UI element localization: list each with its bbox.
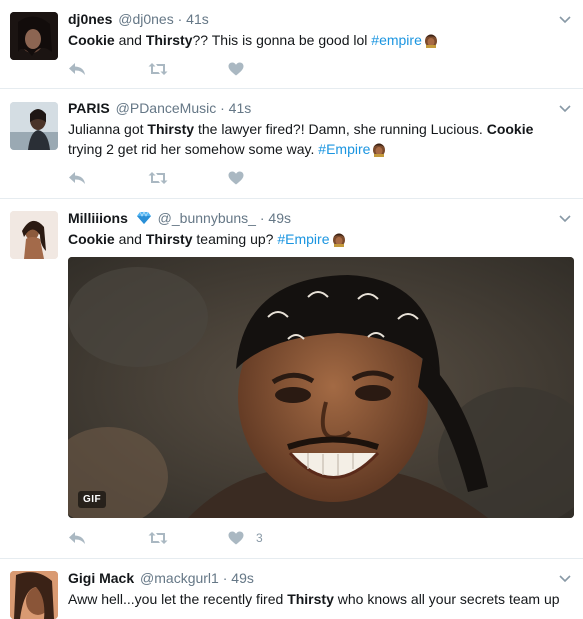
text-segment: Julianna got [68,121,148,137]
user-handle[interactable]: @_bunnybuns_ [158,210,256,226]
tweet-header: Gigi Mack @mackgurl1 · 49s [68,569,569,587]
tweet[interactable]: Milliiions @_bunnybuns_ · 49s Cookie and… [0,199,583,559]
text-segment: and [114,231,146,247]
gif-badge: GIF [78,491,107,508]
text-segment: the lawyer fired?! Damn, she running Luc… [194,121,487,137]
like-count: 3 [256,531,263,545]
avatar[interactable] [10,102,58,150]
user-fullname[interactable]: PARIS [68,100,110,116]
hashtag-link[interactable]: #empire [371,32,422,48]
separator-dot: · [259,210,265,226]
tweet[interactable]: dj0nes @dj0nes · 41s Cookie and Thirsty?… [0,0,583,89]
avatar[interactable] [10,12,58,60]
empire-hashflag-emoji [332,231,346,247]
keyword-highlight: Cookie [68,32,115,48]
hashtag-link[interactable]: #Empire [277,231,329,247]
tweet[interactable]: Gigi Mack @mackgurl1 · 49s Aww hell...yo… [0,559,583,619]
retweet-icon [148,172,168,184]
reply-icon [69,63,85,75]
tweet-text: Cookie and Thirsty teaming up? #Empire [68,229,569,249]
timestamp[interactable]: 49s [231,570,254,586]
tweet-text: Cookie and Thirsty?? This is gonna be go… [68,30,569,50]
retweet-button[interactable] [148,168,228,188]
tweet-actions [68,168,308,188]
reply-icon [69,532,85,544]
user-fullname[interactable]: Gigi Mack [68,570,134,586]
keyword-highlight: Thirsty [145,32,193,48]
like-button[interactable] [228,168,308,188]
timestamp[interactable]: 41s [229,100,252,116]
text-segment: teaming up? [192,231,278,247]
chevron-down-icon[interactable] [559,16,571,24]
blue-diamond-emoji [136,211,151,224]
text-segment: trying 2 get rid her somehow some way. [68,141,319,157]
retweet-button[interactable] [148,528,228,548]
tweet-header: dj0nes @dj0nes · 41s [68,10,569,28]
heart-icon [228,531,244,545]
heart-icon [228,62,244,76]
empire-hashflag-emoji [372,141,386,157]
keyword-highlight: Thirsty [287,591,334,607]
like-button[interactable]: 3 [228,528,308,548]
chevron-down-icon[interactable] [559,105,571,113]
avatar[interactable] [10,211,58,259]
chevron-down-icon[interactable] [559,215,571,223]
reply-icon [69,172,85,184]
reply-button[interactable] [68,528,148,548]
user-fullname[interactable]: dj0nes [68,11,112,27]
gif-media[interactable]: GIF [68,257,574,518]
user-handle[interactable]: @dj0nes [118,11,173,27]
retweet-button[interactable] [148,59,228,79]
hashtag-link[interactable]: #Empire [318,141,370,157]
tweet-text: Julianna got Thirsty the lawyer fired?! … [68,119,569,159]
tweet-actions [68,59,308,79]
text-segment: and [114,32,146,48]
tweet-actions: 3 [68,528,308,548]
reply-button[interactable] [68,59,148,79]
separator-dot: · [177,11,183,27]
user-handle[interactable]: @mackgurl1 [140,570,219,586]
timestamp[interactable]: 41s [186,11,209,27]
keyword-highlight: Thirsty [147,121,195,137]
tweet-text: Aww hell...you let the recently fired Th… [68,589,569,609]
user-handle[interactable]: @PDanceMusic [116,100,217,116]
text-segment: who knows all your secrets team up [333,591,560,607]
timestamp[interactable]: 49s [268,210,291,226]
empire-hashflag-emoji [424,32,438,48]
user-fullname[interactable]: Milliiions [68,210,128,226]
chevron-down-icon[interactable] [559,575,571,583]
keyword-highlight: Thirsty [145,231,193,247]
text-segment: Aww hell...you let the recently fired [68,591,288,607]
like-button[interactable] [228,59,308,79]
tweet[interactable]: PARIS @PDanceMusic · 41s Julianna got Th… [0,89,583,199]
tweet-header: PARIS @PDanceMusic · 41s [68,99,569,117]
retweet-icon [148,63,168,75]
keyword-highlight: Cookie [68,231,115,247]
retweet-icon [148,532,168,544]
keyword-highlight: Cookie [486,121,534,137]
gif-image [68,257,574,518]
separator-dot: · [222,570,228,586]
text-segment: ?? This is gonna be good lol [192,32,372,48]
separator-dot: · [220,100,225,116]
heart-icon [228,171,244,185]
tweet-header: Milliiions @_bunnybuns_ · 49s [68,209,569,227]
reply-button[interactable] [68,168,148,188]
